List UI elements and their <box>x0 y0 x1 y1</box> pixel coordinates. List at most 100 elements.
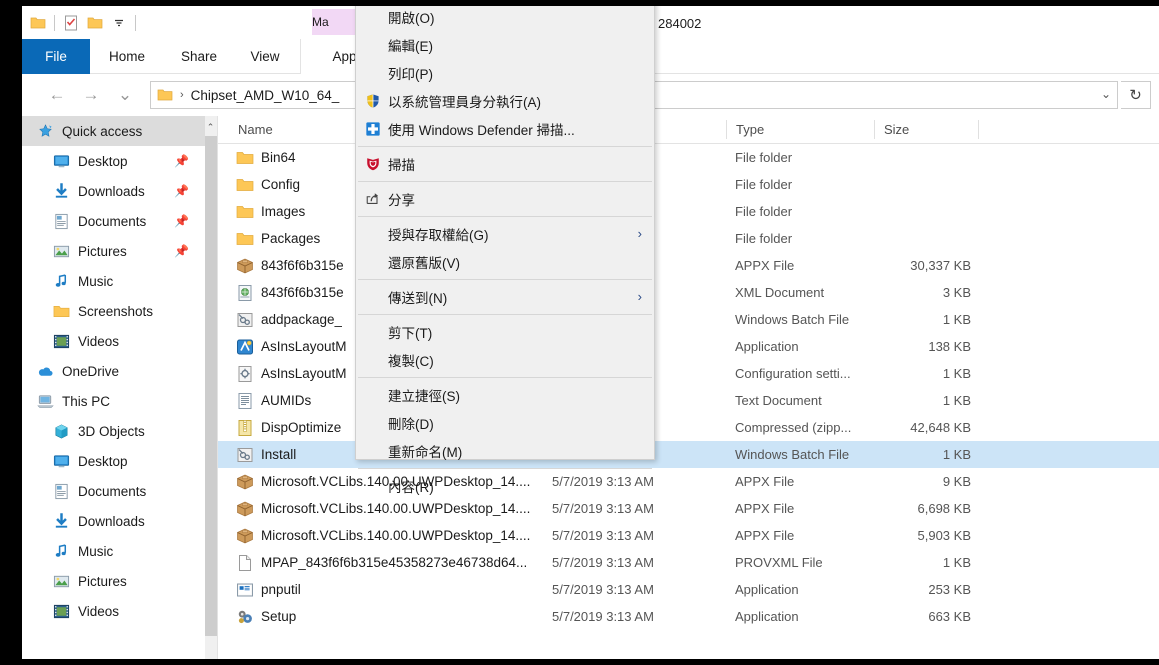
column-divider-3[interactable] <box>874 120 875 139</box>
file-name-cell[interactable]: AsInsLayoutM <box>236 365 347 383</box>
file-name-cell[interactable]: Images <box>236 203 305 221</box>
context-menu-item-11[interactable]: 還原舊版(V) <box>356 248 654 276</box>
sidebar-item-downloads[interactable]: Downloads 📌 <box>22 176 217 206</box>
sidebar-item-videos[interactable]: Videos <box>22 326 217 356</box>
file-name-cell[interactable]: Microsoft.VCLibs.140.00.UWPDesktop_14...… <box>236 527 530 545</box>
file-name-cell[interactable]: addpackage_ <box>236 311 342 329</box>
sidebar-item-music[interactable]: Music <box>22 266 217 296</box>
tab-file[interactable]: File <box>22 39 90 74</box>
context-menu-item-3[interactable]: 以系統管理員身分執行(A) <box>356 87 654 115</box>
sidebar-item-3d-objects[interactable]: 3D Objects <box>22 416 217 446</box>
sidebar-item-downloads[interactable]: Downloads <box>22 506 217 536</box>
context-menu-item-0[interactable]: 開啟(O) <box>356 3 654 31</box>
sidebar-item-desktop[interactable]: Desktop 📌 <box>22 146 217 176</box>
file-name-cell[interactable]: Microsoft.VCLibs.140.00.UWPDesktop_14...… <box>236 500 530 518</box>
back-button[interactable]: ← <box>40 78 74 112</box>
column-header-size[interactable]: Size <box>884 116 909 143</box>
context-menu-item-16[interactable]: 複製(C) <box>356 346 654 374</box>
file-name-cell[interactable]: 843f6f6b315e <box>236 257 344 275</box>
navigation-scrollbar[interactable] <box>205 116 217 659</box>
sidebar-item-pictures[interactable]: Pictures <box>22 566 217 596</box>
pin-icon[interactable]: 📌 <box>174 244 189 258</box>
sidebar-item-onedrive[interactable]: OneDrive <box>22 356 217 386</box>
properties-icon[interactable] <box>59 11 83 35</box>
file-type-cell: APPX File <box>735 501 795 516</box>
column-divider-2[interactable] <box>726 120 727 139</box>
pin-icon[interactable]: 📌 <box>174 214 189 228</box>
file-name-cell[interactable]: Bin64 <box>236 149 296 167</box>
pin-icon[interactable]: 📌 <box>174 154 189 168</box>
sidebar-item-music[interactable]: Music <box>22 536 217 566</box>
batch-icon <box>236 446 254 464</box>
file-name-cell[interactable]: Config <box>236 176 300 194</box>
sidebar-item-pictures[interactable]: Pictures 📌 <box>22 236 217 266</box>
recent-locations-button[interactable]: ⌄ <box>108 78 142 112</box>
sidebar-item-label: Music <box>78 273 114 289</box>
sidebar-item-quick-access[interactable]: Quick access <box>22 116 217 146</box>
column-header-name[interactable]: Name <box>238 116 273 143</box>
table-row[interactable]: Microsoft.VCLibs.140.00.UWPDesktop_14...… <box>218 522 1159 549</box>
table-row[interactable]: pnputil 5/7/2019 3:13 AM Application 253 KB <box>218 576 1159 603</box>
navigation-scrollbar-thumb[interactable] <box>205 136 217 636</box>
setup-icon <box>236 608 254 626</box>
breadcrumb-chevron-icon[interactable]: › <box>180 89 184 101</box>
sidebar-item-documents[interactable]: Documents <box>22 476 217 506</box>
tab-share[interactable]: Share <box>164 39 234 74</box>
file-name-cell[interactable]: Setup <box>236 608 296 626</box>
folder-icon <box>236 203 254 221</box>
pin-icon[interactable]: 📌 <box>174 184 189 198</box>
sidebar-item-screenshots[interactable]: Screenshots <box>22 296 217 326</box>
new-folder-icon[interactable] <box>83 11 107 35</box>
file-name-label: Packages <box>261 231 321 246</box>
file-size-cell: 9 KB <box>942 474 971 489</box>
breadcrumb-path[interactable]: Chipset_AMD_W10_64_ <box>191 88 340 103</box>
context-menu-item-2[interactable]: 列印(P) <box>356 59 654 87</box>
sidebar-item-videos[interactable]: Videos <box>22 596 217 626</box>
column-header-type[interactable]: Type <box>736 116 764 143</box>
forward-button[interactable]: → <box>74 78 108 112</box>
sidebar-item-label: Pictures <box>78 243 127 259</box>
documents-icon <box>50 480 72 502</box>
file-type-cell: File folder <box>735 204 793 219</box>
context-menu-item-1[interactable]: 編輯(E) <box>356 31 654 59</box>
column-divider-4[interactable] <box>978 120 979 139</box>
file-name-cell[interactable]: pnputil <box>236 581 301 599</box>
no-icon <box>360 321 386 343</box>
context-menu-item-19[interactable]: 刪除(D) <box>356 409 654 437</box>
file-size-cell: 663 KB <box>928 609 971 624</box>
file-name-cell[interactable]: 843f6f6b315e <box>236 284 344 302</box>
context-menu-item-20[interactable]: 重新命名(M) <box>356 437 654 465</box>
context-menu-item-18[interactable]: 建立捷徑(S) <box>356 381 654 409</box>
file-name-label: Config <box>261 177 301 192</box>
refresh-button[interactable]: ↻ <box>1121 81 1151 109</box>
title-number: 284002 <box>658 16 702 31</box>
submenu-chevron-icon[interactable]: › <box>638 226 642 241</box>
file-name-cell[interactable]: Install <box>236 446 296 464</box>
submenu-chevron-icon[interactable]: › <box>638 289 642 304</box>
context-menu-item-8[interactable]: 分享 <box>356 185 654 213</box>
sidebar-item-desktop[interactable]: Desktop <box>22 446 217 476</box>
context-menu-item-4[interactable]: 使用 Windows Defender 掃描... <box>356 115 654 143</box>
desktop-icon <box>50 150 72 172</box>
xml-icon <box>236 284 254 302</box>
context-menu-item-22[interactable]: 內容(R) <box>356 472 654 500</box>
tab-home[interactable]: Home <box>90 39 164 74</box>
context-menu-item-6[interactable]: 掃描 <box>356 150 654 178</box>
customize-dropdown-icon[interactable] <box>107 11 131 35</box>
file-name-cell[interactable]: DispOptimize <box>236 419 341 437</box>
file-name-cell[interactable]: AsInsLayoutM <box>236 338 347 356</box>
context-menu-item-10[interactable]: 授與存取權給(G) › <box>356 220 654 248</box>
tab-view[interactable]: View <box>234 39 296 74</box>
file-name-cell[interactable]: MPAP_843f6f6b315e45358273e46738d64... <box>236 554 527 572</box>
file-name-cell[interactable]: AUMIDs <box>236 392 311 410</box>
navigation-scroll-up-icon[interactable]: ⌃ <box>204 118 217 136</box>
context-menu-item-13[interactable]: 傳送到(N) › <box>356 283 654 311</box>
folder-icon[interactable] <box>26 11 50 35</box>
file-name-cell[interactable]: Packages <box>236 230 320 248</box>
sidebar-item-documents[interactable]: Documents 📌 <box>22 206 217 236</box>
table-row[interactable]: Setup 5/7/2019 3:13 AM Application 663 KB <box>218 603 1159 630</box>
address-dropdown-icon[interactable]: ⌄ <box>1101 87 1111 101</box>
context-menu-item-15[interactable]: 剪下(T) <box>356 318 654 346</box>
sidebar-item-this-pc[interactable]: This PC <box>22 386 217 416</box>
table-row[interactable]: MPAP_843f6f6b315e45358273e46738d64... 5/7… <box>218 549 1159 576</box>
